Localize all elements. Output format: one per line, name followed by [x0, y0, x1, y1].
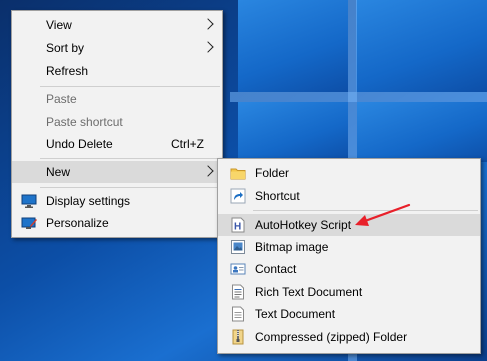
- menu-item-new[interactable]: New: [12, 161, 222, 183]
- window-logo-pane: [238, 0, 348, 92]
- chevron-right-icon: [202, 41, 214, 53]
- rich-text-document-icon: [230, 284, 246, 300]
- chevron-right-icon: [202, 165, 214, 177]
- submenu-item-contact[interactable]: Contact: [218, 258, 480, 280]
- submenu-item-compressed-zipped-folder[interactable]: Compressed (zipped) Folder: [218, 326, 480, 348]
- submenu-item-shortcut[interactable]: Shortcut: [218, 185, 480, 207]
- menu-item-sort-by[interactable]: Sort by: [12, 37, 222, 59]
- new-submenu: Folder Shortcut H AutoHotkey Script Bitm…: [217, 158, 481, 354]
- menu-separator: [40, 158, 220, 159]
- window-logo-pane: [356, 0, 487, 92]
- submenu-item-label: Shortcut: [255, 189, 300, 203]
- submenu-item-autohotkey-script[interactable]: H AutoHotkey Script: [218, 214, 480, 236]
- contact-icon: [230, 261, 246, 277]
- submenu-item-label: Rich Text Document: [255, 285, 363, 299]
- submenu-item-label: Folder: [255, 166, 290, 180]
- svg-text:H: H: [234, 222, 241, 233]
- window-logo-beam: [230, 92, 487, 102]
- window-logo-pane: [357, 102, 487, 162]
- personalize-icon: [21, 215, 37, 231]
- menu-item-label: Sort by: [46, 41, 85, 55]
- menu-item-undo-delete[interactable]: Undo Delete Ctrl+Z: [12, 133, 222, 155]
- menu-item-label: Undo Delete: [46, 137, 113, 151]
- autohotkey-script-icon: H: [230, 217, 246, 233]
- window-logo-pane: [238, 102, 348, 162]
- menu-item-label: Display settings: [46, 194, 131, 208]
- menu-item-refresh[interactable]: Refresh: [12, 60, 222, 82]
- shortcut-icon: [230, 188, 246, 204]
- menu-item-view[interactable]: View: [12, 14, 222, 36]
- submenu-item-label: Contact: [255, 262, 297, 276]
- folder-icon: [230, 165, 246, 181]
- submenu-item-label: AutoHotkey Script: [255, 218, 352, 232]
- menu-item-display-settings[interactable]: Display settings: [12, 190, 222, 212]
- menu-separator: [40, 187, 220, 188]
- zip-folder-icon: [230, 329, 246, 345]
- menu-item-personalize[interactable]: Personalize: [12, 212, 222, 234]
- menu-item-label: New: [46, 165, 71, 179]
- menu-item-label: Paste shortcut: [46, 115, 123, 129]
- desktop-context-menu: View Sort by Refresh Paste Paste shortcu…: [11, 10, 223, 238]
- menu-separator: [253, 210, 478, 211]
- submenu-item-label: Text Document: [255, 307, 336, 321]
- chevron-right-icon: [202, 18, 214, 30]
- submenu-item-label: Compressed (zipped) Folder: [255, 330, 408, 344]
- submenu-item-bitmap-image[interactable]: Bitmap image: [218, 236, 480, 258]
- text-document-icon: [230, 306, 246, 322]
- submenu-item-folder[interactable]: Folder: [218, 162, 480, 184]
- menu-separator: [40, 86, 220, 87]
- bitmap-image-icon: [230, 239, 246, 255]
- menu-item-paste[interactable]: Paste: [12, 88, 222, 110]
- menu-item-label: Paste: [46, 92, 77, 106]
- submenu-item-label: Bitmap image: [255, 240, 329, 254]
- keyboard-shortcut: Ctrl+Z: [171, 137, 204, 151]
- submenu-item-text-document[interactable]: Text Document: [218, 303, 480, 325]
- menu-item-label: View: [46, 18, 72, 32]
- menu-item-label: Personalize: [46, 216, 109, 230]
- submenu-item-rich-text-document[interactable]: Rich Text Document: [218, 281, 480, 303]
- display-settings-icon: [21, 193, 37, 209]
- menu-item-label: Refresh: [46, 64, 89, 78]
- menu-item-paste-shortcut[interactable]: Paste shortcut: [12, 111, 222, 133]
